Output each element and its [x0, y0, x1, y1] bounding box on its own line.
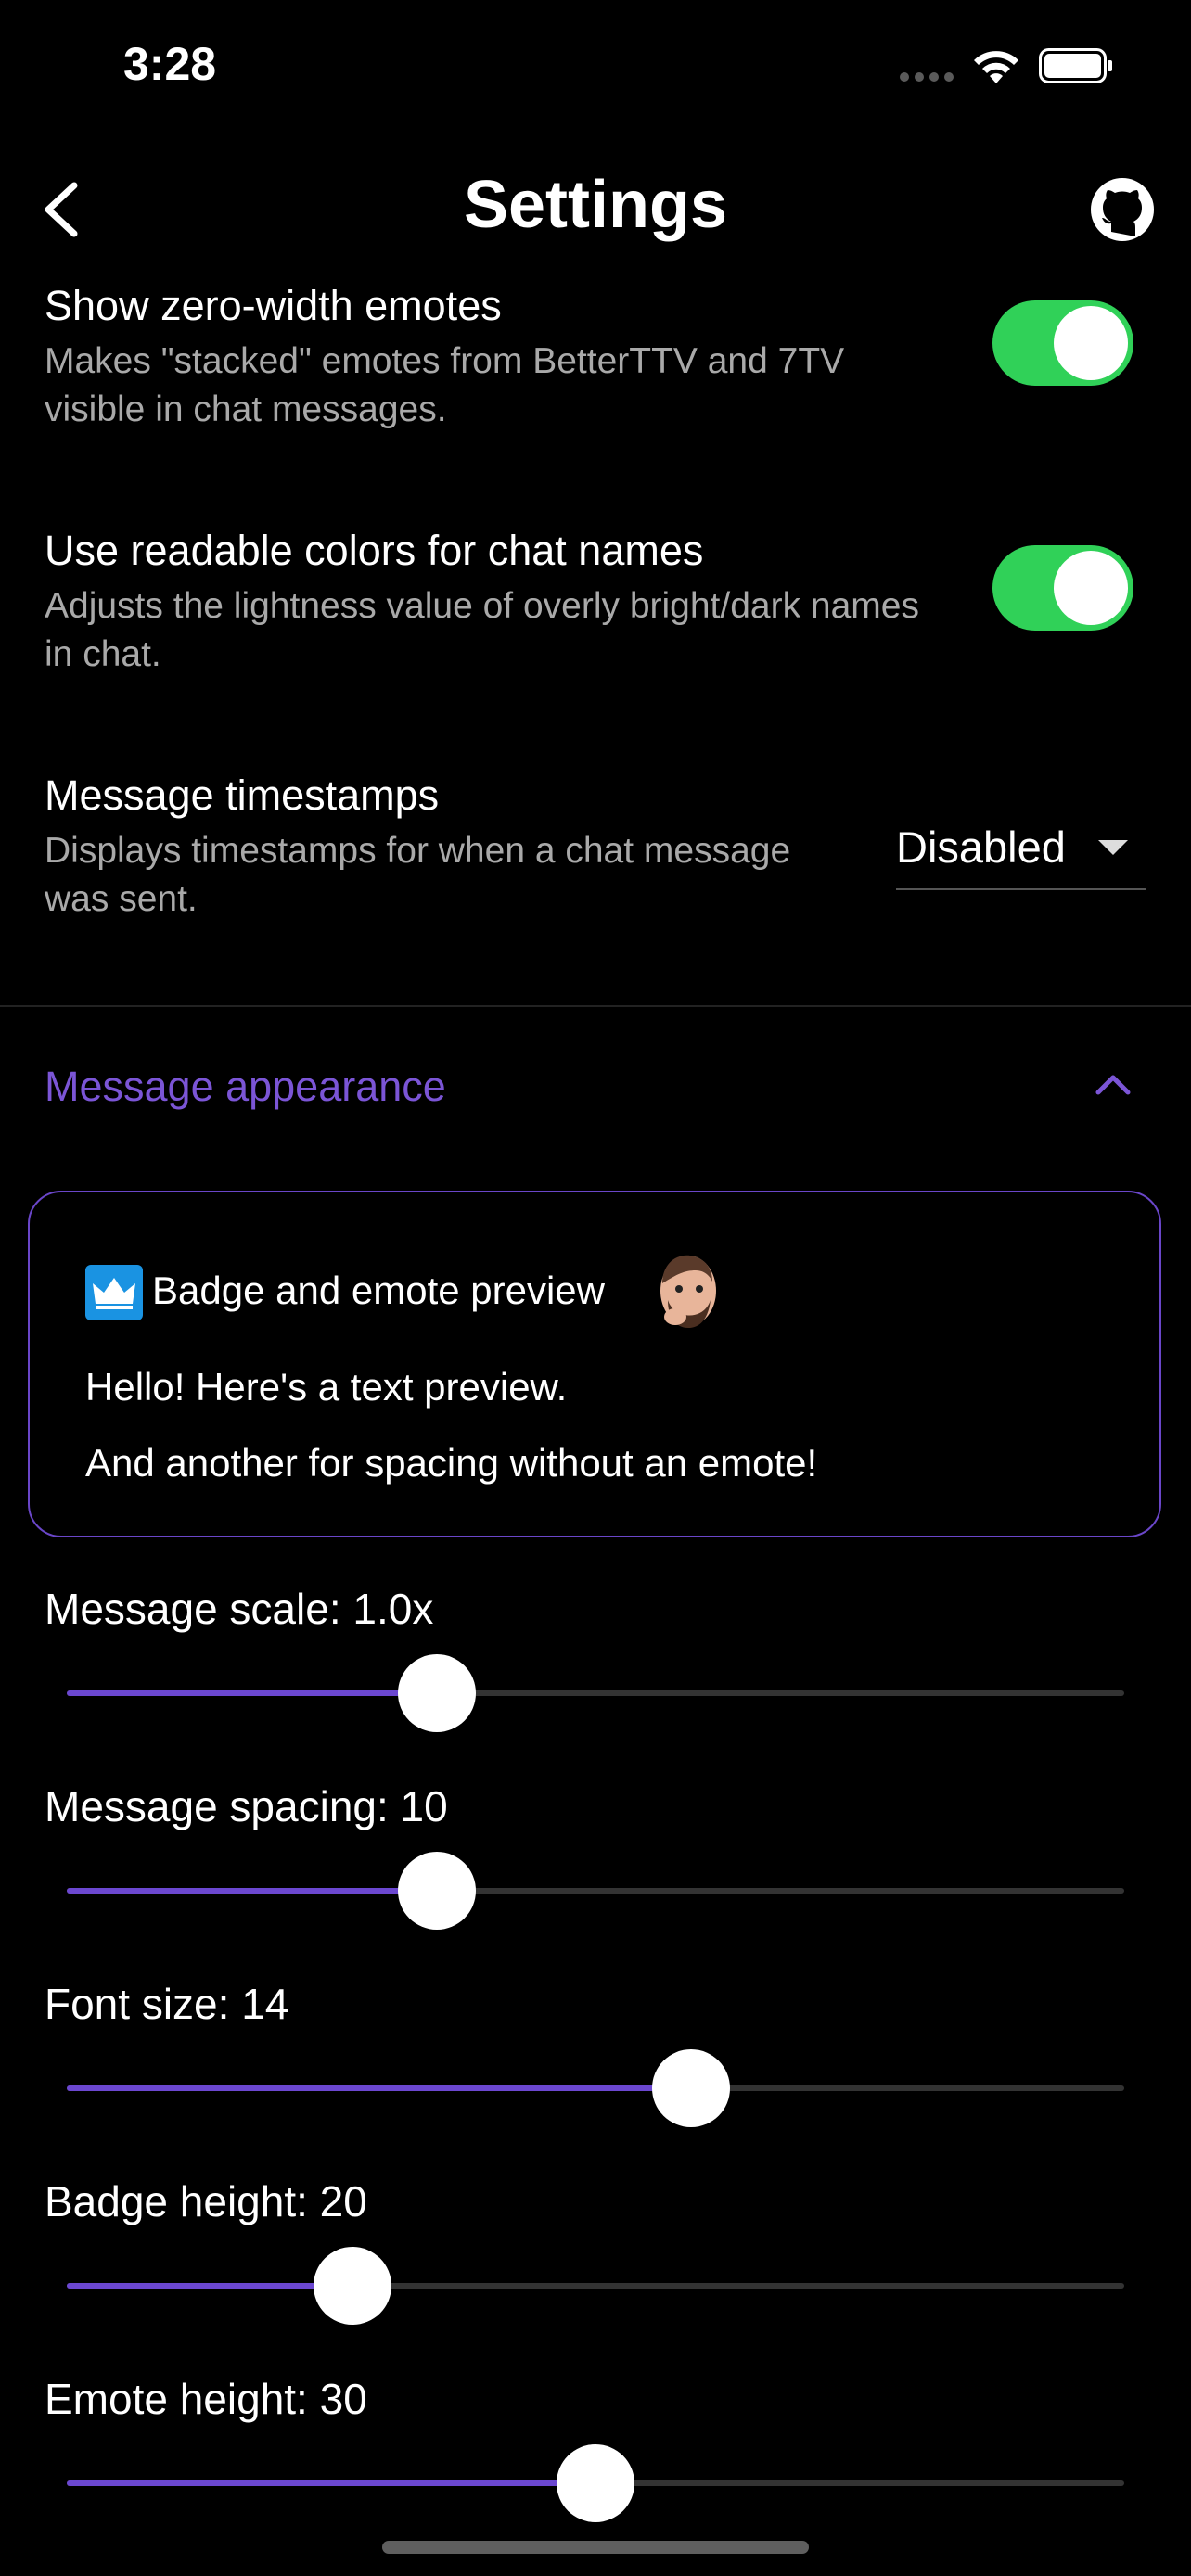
crown-badge-icon — [85, 1265, 143, 1320]
setting-title-readable-colors: Use readable colors for chat names — [45, 527, 704, 574]
cellular-signal-icon — [900, 72, 954, 82]
preview-badge-emote-text: Badge and emote preview — [152, 1269, 605, 1312]
timestamps-dropdown[interactable]: Disabled — [896, 820, 1146, 890]
badge-height-slider-thumb[interactable] — [313, 2247, 391, 2325]
font-size-slider-thumb[interactable] — [651, 2049, 730, 2127]
message-scale-slider-thumb[interactable] — [398, 1654, 476, 1732]
readable-colors-toggle[interactable] — [992, 545, 1133, 631]
emote-height-slider-thumb[interactable] — [557, 2444, 634, 2522]
slider-label-badge-height: Badge height: 20 — [45, 2177, 367, 2225]
slider-fill — [67, 2283, 352, 2289]
slider-fill — [67, 2085, 691, 2091]
slider-fill — [67, 2480, 596, 2486]
dropdown-caret-icon — [1098, 840, 1128, 855]
setting-desc-readable-colors: Adjusts the lightness value of overly br… — [45, 586, 919, 674]
slider-label-message-scale: Message scale: 1.0x — [45, 1585, 434, 1633]
preview-text-line: Hello! Here's a text preview. — [85, 1365, 568, 1409]
slider-label-font-size: Font size: 14 — [45, 1980, 289, 2028]
setting-desc-timestamps: Displays timestamps for when a chat mess… — [45, 831, 791, 919]
thinking-emote-icon — [660, 1255, 716, 1328]
setting-title-timestamps: Message timestamps — [45, 772, 440, 819]
message-scale-slider[interactable] — [67, 1690, 1124, 1696]
slider-label-emote-height: Emote height: 30 — [45, 2375, 367, 2423]
slider-label-message-spacing: Message spacing: 10 — [45, 1782, 448, 1830]
toggle-knob — [1054, 306, 1128, 380]
github-icon[interactable] — [1089, 176, 1156, 243]
chevron-up-icon[interactable] — [1093, 1068, 1133, 1100]
section-divider — [0, 1005, 1191, 1007]
setting-desc-zero-width: Makes "stacked" emotes from BetterTTV an… — [45, 341, 845, 429]
slider-fill — [67, 1888, 437, 1894]
message-spacing-slider[interactable] — [67, 1888, 1124, 1894]
dropdown-value: Disabled — [896, 823, 1066, 872]
battery-icon — [1039, 48, 1112, 83]
section-title-message-appearance[interactable]: Message appearance — [45, 1063, 446, 1111]
setting-title-zero-width: Show zero-width emotes — [45, 282, 502, 329]
badge-height-slider[interactable] — [67, 2283, 1124, 2289]
preview-spacing-line: And another for spacing without an emote… — [85, 1441, 818, 1485]
message-spacing-slider-thumb[interactable] — [398, 1852, 476, 1930]
home-indicator — [382, 2541, 809, 2554]
page-title: Settings — [463, 168, 728, 242]
toggle-knob — [1054, 551, 1128, 625]
font-size-slider[interactable] — [67, 2085, 1124, 2091]
wifi-icon — [974, 51, 1018, 83]
slider-fill — [67, 1690, 437, 1696]
zero-width-toggle[interactable] — [992, 300, 1133, 386]
status-time: 3:28 — [123, 38, 217, 90]
